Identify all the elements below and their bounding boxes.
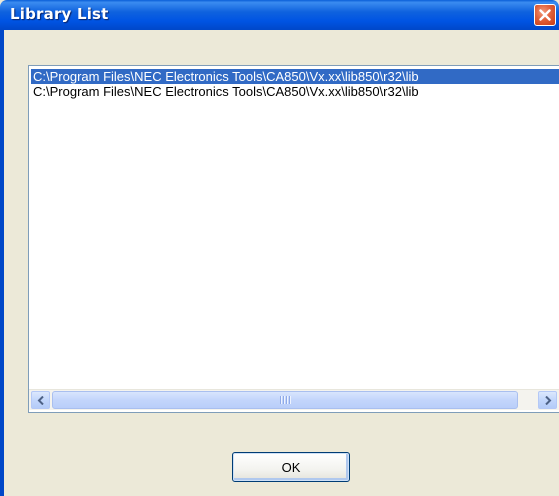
scroll-left-button[interactable] [31, 391, 50, 409]
scroll-thumb[interactable] [52, 391, 518, 409]
close-button[interactable] [534, 4, 556, 26]
horizontal-scrollbar[interactable] [29, 389, 559, 410]
library-listbox[interactable]: C:\Program Files\NEC Electronics Tools\C… [28, 65, 559, 413]
chevron-left-icon [37, 396, 44, 405]
ok-button[interactable]: OK [232, 452, 350, 482]
scroll-right-button[interactable] [538, 391, 557, 409]
window-title: Library List [10, 5, 109, 23]
scroll-grip-icon [280, 396, 291, 404]
window-frame-left [0, 30, 4, 496]
list-item-library-path-1[interactable]: C:\Program Files\NEC Electronics Tools\C… [31, 69, 559, 84]
close-x-icon [539, 9, 551, 21]
chevron-right-icon [545, 396, 552, 405]
title-bar[interactable]: Library List [0, 0, 559, 30]
library-list-dialog: Library List C:\Program Files\NEC Electr… [0, 0, 559, 496]
list-item-library-path-2[interactable]: C:\Program Files\NEC Electronics Tools\C… [31, 84, 559, 99]
ok-button-label: OK [281, 460, 301, 475]
